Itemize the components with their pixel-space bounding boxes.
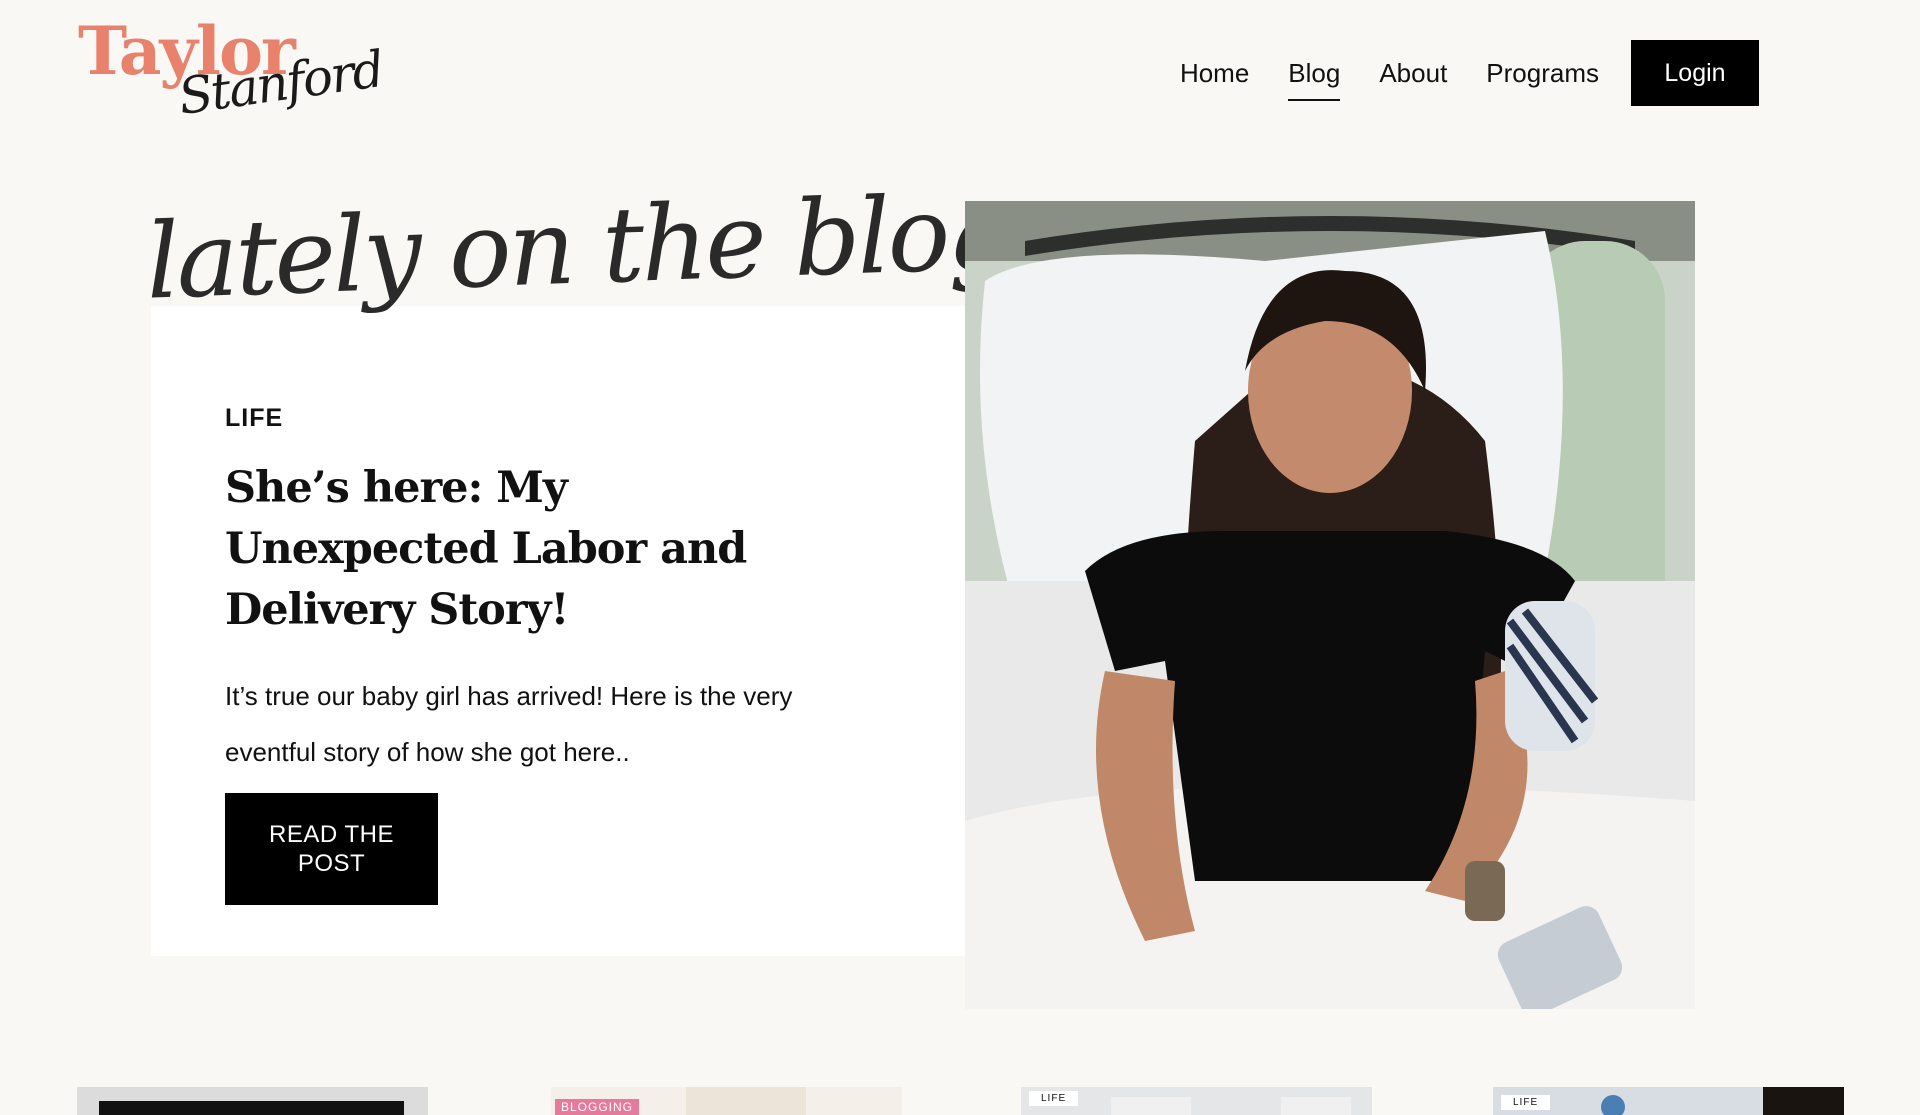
post-thumbnail[interactable]: LIFE bbox=[1493, 1087, 1844, 1115]
featured-post-image[interactable] bbox=[965, 201, 1695, 1009]
post-thumbnail[interactable]: LIFE bbox=[1021, 1087, 1372, 1115]
thumbnail-tag: LIFE bbox=[1501, 1095, 1551, 1110]
site-logo[interactable]: Taylor Stanford bbox=[78, 18, 386, 130]
post-title[interactable]: She’s here: My Unexpected Labor and Deli… bbox=[225, 458, 825, 641]
main-nav: Home Blog About Programs Login bbox=[1141, 40, 1759, 106]
post-category[interactable]: LIFE bbox=[225, 404, 283, 433]
thumbnail-tag: LIFE bbox=[1029, 1091, 1079, 1106]
nav-home[interactable]: Home bbox=[1180, 58, 1249, 89]
section-heading: lately on the blog... bbox=[144, 167, 1103, 323]
nav-about[interactable]: About bbox=[1379, 58, 1447, 89]
post-excerpt: It’s true our baby girl has arrived! Her… bbox=[225, 681, 793, 767]
read-post-button[interactable]: READ THE POST bbox=[225, 793, 438, 905]
post-thumbnail[interactable]: BLOGGING bbox=[551, 1087, 902, 1115]
post-thumbnail[interactable] bbox=[77, 1087, 428, 1115]
nav-programs[interactable]: Programs bbox=[1486, 58, 1599, 89]
hospital-bed-portrait-photo-icon bbox=[965, 201, 1695, 1009]
nav-blog[interactable]: Blog bbox=[1288, 58, 1341, 101]
login-button[interactable]: Login bbox=[1631, 40, 1759, 106]
thumbnail-tag: BLOGGING bbox=[555, 1099, 640, 1115]
